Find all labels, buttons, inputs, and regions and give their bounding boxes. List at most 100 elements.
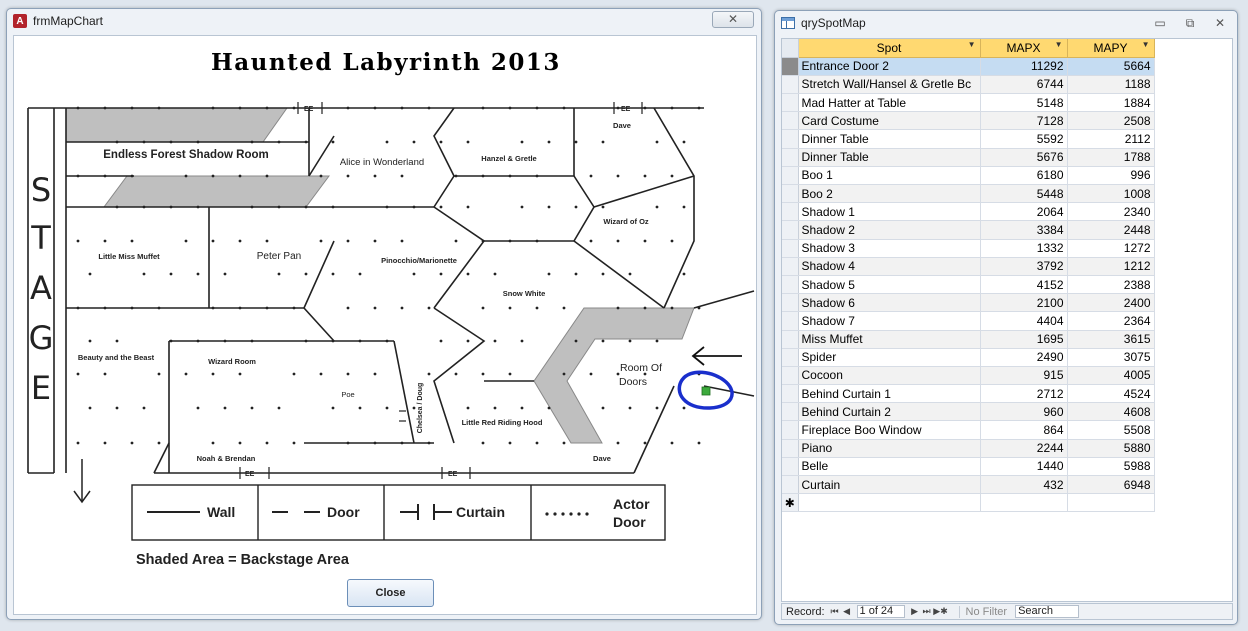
- spot-cell[interactable]: Shadow 2: [798, 220, 981, 240]
- mapy-cell[interactable]: 1788: [1067, 148, 1155, 167]
- record-position-field[interactable]: 1 of 24: [856, 605, 905, 618]
- mapy-cell[interactable]: 1884: [1067, 93, 1155, 113]
- mapy-cell[interactable]: 1212: [1067, 257, 1155, 276]
- table-row[interactable]: Dinner Table 5676 1788: [782, 148, 1155, 167]
- column-header-mapx[interactable]: MAPX ▼: [980, 39, 1068, 58]
- chevron-down-icon[interactable]: ▼: [1142, 40, 1150, 49]
- search-input[interactable]: Search: [1015, 605, 1080, 618]
- spot-cell[interactable]: Shadow 7: [798, 311, 981, 331]
- previous-record-icon[interactable]: ◀: [841, 606, 853, 617]
- record-selector[interactable]: [782, 220, 799, 240]
- mapx-cell[interactable]: 2100: [980, 293, 1068, 313]
- spot-cell[interactable]: Behind Curtain 1: [798, 384, 981, 404]
- mapy-cell[interactable]: 2388: [1067, 275, 1155, 295]
- table-row[interactable]: Shadow 1 2064 2340: [782, 202, 1155, 222]
- table-row[interactable]: Piano 2244 5880: [782, 439, 1155, 458]
- table-row[interactable]: Boo 1 6180 996: [782, 166, 1155, 186]
- select-all-cell[interactable]: [782, 39, 799, 58]
- table-row[interactable]: Mad Hatter at Table 5148 1884: [782, 93, 1155, 113]
- chevron-down-icon[interactable]: ▼: [1055, 40, 1063, 49]
- mapx-cell[interactable]: 4404: [980, 311, 1068, 331]
- mapy-cell[interactable]: 2364: [1067, 311, 1155, 331]
- mapx-cell[interactable]: 5448: [980, 184, 1068, 204]
- mapy-cell[interactable]: 6948: [1067, 475, 1155, 495]
- spot-cell[interactable]: Boo 1: [798, 166, 981, 186]
- minimize-icon[interactable]: ▭: [1153, 16, 1167, 31]
- table-row[interactable]: Dinner Table 5592 2112: [782, 129, 1155, 149]
- spot-cell[interactable]: Card Costume: [798, 111, 981, 131]
- spot-cell[interactable]: Behind Curtain 2: [798, 402, 981, 422]
- spot-cell[interactable]: Shadow 4: [798, 257, 981, 276]
- table-row[interactable]: Shadow 7 4404 2364: [782, 311, 1155, 331]
- first-record-icon[interactable]: ⏮: [829, 606, 841, 617]
- record-selector[interactable]: [782, 420, 799, 440]
- table-row[interactable]: Behind Curtain 1 2712 4524: [782, 384, 1155, 404]
- spot-cell[interactable]: Dinner Table: [798, 129, 981, 149]
- mapy-cell[interactable]: 3075: [1067, 348, 1155, 367]
- spot-cell[interactable]: Curtain: [798, 475, 981, 495]
- mapy-cell[interactable]: 4005: [1067, 366, 1155, 386]
- record-selector[interactable]: [782, 257, 799, 276]
- mapx-cell[interactable]: 915: [980, 366, 1068, 386]
- spot-cell[interactable]: Dinner Table: [798, 148, 981, 167]
- mapy-cell[interactable]: 2508: [1067, 111, 1155, 131]
- restore-icon[interactable]: ⧉: [1183, 16, 1197, 31]
- record-selector[interactable]: [782, 148, 799, 167]
- record-selector[interactable]: [782, 384, 799, 404]
- mapy-cell[interactable]: 4608: [1067, 402, 1155, 422]
- spot-cell[interactable]: Belle: [798, 457, 981, 477]
- mapy-cell[interactable]: 1008: [1067, 184, 1155, 204]
- table-row[interactable]: Card Costume 7128 2508: [782, 111, 1155, 131]
- spot-cell[interactable]: Mad Hatter at Table: [798, 93, 981, 113]
- table-row[interactable]: Entrance Door 2 11292 5664: [782, 57, 1155, 76]
- mapx-cell[interactable]: 2064: [980, 202, 1068, 222]
- spot-cell[interactable]: Miss Muffet: [798, 330, 981, 349]
- spot-cell[interactable]: Spider: [798, 348, 981, 367]
- empty-cell[interactable]: [980, 493, 1068, 513]
- record-selector[interactable]: [782, 402, 799, 422]
- mapx-cell[interactable]: 1440: [980, 457, 1068, 477]
- mapx-cell[interactable]: 5148: [980, 93, 1068, 113]
- record-selector[interactable]: [782, 166, 799, 186]
- next-record-icon[interactable]: ▶: [909, 606, 921, 617]
- record-selector[interactable]: [782, 111, 799, 131]
- mapy-cell[interactable]: 5880: [1067, 439, 1155, 458]
- empty-cell[interactable]: [1067, 493, 1155, 513]
- mapx-cell[interactable]: 7128: [980, 111, 1068, 131]
- table-row[interactable]: Shadow 5 4152 2388: [782, 275, 1155, 295]
- mapy-cell[interactable]: 1188: [1067, 75, 1155, 95]
- new-record-row[interactable]: ✱: [782, 493, 1155, 513]
- mapy-cell[interactable]: 2112: [1067, 129, 1155, 149]
- spot-cell[interactable]: Entrance Door 2: [798, 57, 981, 76]
- table-row[interactable]: Stretch Wall/Hansel & Gretle Bc 6744 1188: [782, 75, 1155, 95]
- table-row[interactable]: Miss Muffet 1695 3615: [782, 330, 1155, 349]
- mapx-cell[interactable]: 2244: [980, 439, 1068, 458]
- mapy-cell[interactable]: 996: [1067, 166, 1155, 186]
- mapy-cell[interactable]: 4524: [1067, 384, 1155, 404]
- mapy-cell[interactable]: 5988: [1067, 457, 1155, 477]
- table-row[interactable]: Behind Curtain 2 960 4608: [782, 402, 1155, 422]
- mapy-cell[interactable]: 2400: [1067, 293, 1155, 313]
- mapy-cell[interactable]: 5508: [1067, 420, 1155, 440]
- record-selector[interactable]: [782, 475, 799, 495]
- record-selector[interactable]: [782, 457, 799, 477]
- table-row[interactable]: Fireplace Boo Window 864 5508: [782, 420, 1155, 440]
- mapx-cell[interactable]: 4152: [980, 275, 1068, 295]
- mapx-cell[interactable]: 5676: [980, 148, 1068, 167]
- spot-cell[interactable]: Cocoon: [798, 366, 981, 386]
- table-row[interactable]: Cocoon 915 4005: [782, 366, 1155, 386]
- table-row[interactable]: Belle 1440 5988: [782, 457, 1155, 477]
- mapx-cell[interactable]: 5592: [980, 129, 1068, 149]
- record-selector[interactable]: [782, 202, 799, 222]
- form-close-icon[interactable]: ✕: [712, 11, 754, 28]
- record-selector[interactable]: [782, 348, 799, 367]
- record-selector[interactable]: [782, 184, 799, 204]
- last-record-icon[interactable]: ⏭: [921, 606, 933, 617]
- mapx-cell[interactable]: 6180: [980, 166, 1068, 186]
- table-row[interactable]: Shadow 6 2100 2400: [782, 293, 1155, 313]
- mapx-cell[interactable]: 2490: [980, 348, 1068, 367]
- table-row[interactable]: Curtain 432 6948: [782, 475, 1155, 495]
- record-selector[interactable]: [782, 239, 799, 258]
- mapy-cell[interactable]: 2340: [1067, 202, 1155, 222]
- spot-cell[interactable]: Stretch Wall/Hansel & Gretle Bc: [798, 75, 981, 95]
